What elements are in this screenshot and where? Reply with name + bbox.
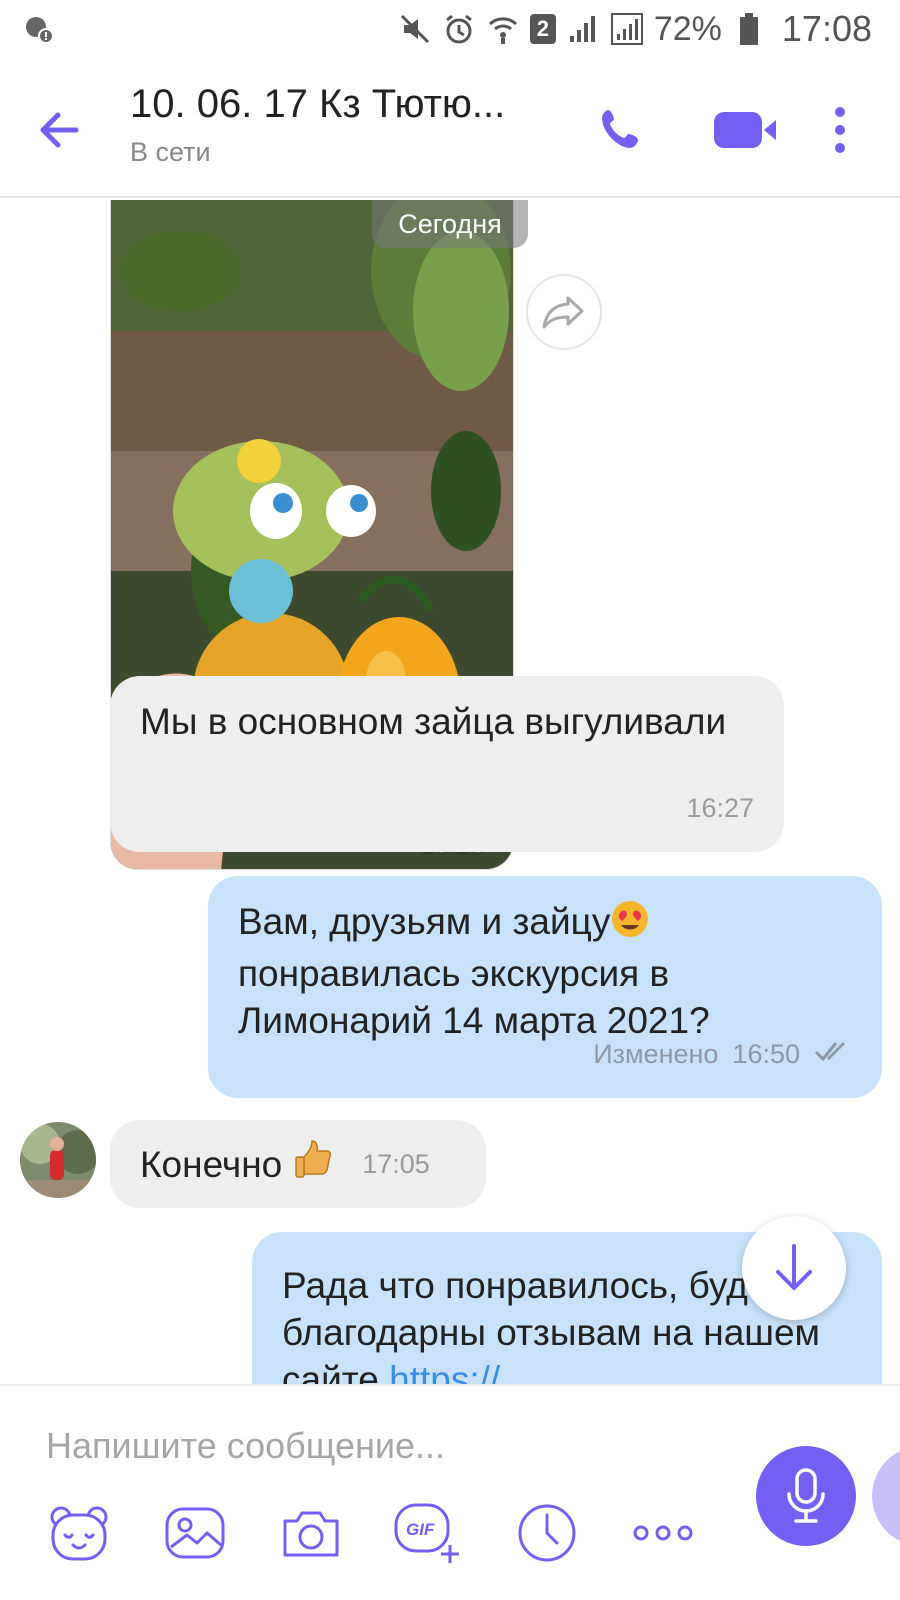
arrow-down-icon bbox=[776, 1244, 812, 1290]
message-text: Мы в основном зайца выгуливали bbox=[140, 701, 727, 742]
scroll-to-bottom-button[interactable] bbox=[742, 1216, 846, 1320]
battery-percent: 72% bbox=[653, 9, 722, 48]
edited-label: Изменено bbox=[593, 1039, 719, 1069]
viber-chat-screen: 2 72% 17:08 10. 06. 17 Кз Тютю... В сети bbox=[0, 0, 900, 1600]
forward-button[interactable] bbox=[526, 274, 602, 350]
alarm-icon bbox=[442, 12, 476, 46]
message-text-part: Конечно bbox=[140, 1143, 283, 1185]
message-text: Вам, друзьям и зайцу понравилась экскурс… bbox=[238, 898, 852, 1044]
gif-icon: GIF bbox=[394, 1503, 459, 1563]
message-meta: 16:27 bbox=[686, 785, 754, 832]
microphone-icon bbox=[787, 1468, 825, 1523]
notification-icon bbox=[22, 12, 56, 46]
message-incoming[interactable]: Конечно 17:05 bbox=[110, 1120, 486, 1208]
share-arrow-icon bbox=[542, 296, 584, 329]
timer-button[interactable] bbox=[512, 1498, 582, 1568]
message-time: 16:50 bbox=[732, 1039, 800, 1069]
video-camera-icon bbox=[714, 112, 776, 148]
svg-text:GIF: GIF bbox=[406, 1520, 435, 1539]
message-time: 16:27 bbox=[686, 793, 754, 823]
message-list[interactable]: 16:26 Сегодня Мы в основном зайца выгули… bbox=[0, 200, 900, 1384]
date-divider: Сегодня bbox=[372, 200, 528, 248]
phone-icon bbox=[602, 110, 638, 148]
wifi-icon bbox=[486, 12, 520, 46]
heart-eyes-emoji-icon bbox=[610, 899, 650, 950]
message-composer: GIF bbox=[0, 1384, 900, 1600]
message-incoming[interactable]: Мы в основном зайца выгуливали 16:27 bbox=[110, 676, 784, 852]
gallery-button[interactable] bbox=[160, 1498, 230, 1568]
sticker-button[interactable] bbox=[44, 1498, 114, 1568]
signal-2-icon bbox=[610, 12, 644, 46]
message-input[interactable] bbox=[46, 1416, 706, 1476]
camera-icon bbox=[283, 1511, 339, 1557]
gallery-icon bbox=[165, 1507, 225, 1559]
signal-icon bbox=[566, 12, 600, 46]
message-meta: Изменено 16:50 bbox=[593, 1031, 852, 1078]
status-bar: 2 72% 17:08 bbox=[0, 0, 900, 58]
more-tools-button[interactable] bbox=[628, 1498, 698, 1568]
status-time: 17:08 bbox=[781, 8, 872, 49]
video-call-button[interactable] bbox=[712, 106, 780, 154]
chat-info[interactable]: 10. 06. 17 Кз Тютю... В сети bbox=[130, 82, 560, 168]
secondary-action-button[interactable] bbox=[872, 1446, 900, 1546]
timer-icon bbox=[518, 1504, 576, 1562]
voice-message-button[interactable] bbox=[756, 1446, 856, 1546]
battery-icon bbox=[732, 12, 766, 46]
chat-header: 10. 06. 17 Кз Тютю... В сети bbox=[0, 58, 900, 198]
more-options-button[interactable] bbox=[828, 102, 852, 158]
camera-button[interactable] bbox=[276, 1498, 346, 1568]
message-text: Конечно bbox=[140, 1137, 332, 1192]
more-icon bbox=[633, 1525, 693, 1541]
double-check-icon bbox=[814, 1031, 852, 1078]
back-button[interactable] bbox=[32, 102, 88, 158]
message-outgoing[interactable]: Вам, друзьям и зайцу понравилась экскурс… bbox=[208, 876, 882, 1098]
message-time: 17:05 bbox=[362, 1148, 430, 1179]
mute-icon bbox=[398, 12, 432, 46]
sim-slot-badge: 2 bbox=[529, 14, 556, 44]
sticker-icon bbox=[50, 1506, 108, 1561]
voice-call-button[interactable] bbox=[598, 106, 646, 154]
online-status: В сети bbox=[130, 137, 211, 167]
gif-button[interactable]: GIF bbox=[392, 1498, 462, 1568]
kebab-menu-icon bbox=[835, 107, 845, 153]
message-text-part: Вам, друзьям и зайцу bbox=[238, 901, 611, 942]
message-text-part: понравилась экскурсия в Лимонарий 14 мар… bbox=[238, 952, 710, 1041]
message-link[interactable]: https:// bbox=[389, 1359, 500, 1384]
message-text: Рада что понравилось, будем благодарны о… bbox=[282, 1265, 820, 1384]
arrow-left-icon bbox=[40, 112, 79, 148]
thumbs-up-emoji-icon bbox=[292, 1137, 332, 1192]
contact-avatar[interactable] bbox=[20, 1122, 96, 1198]
chat-title: 10. 06. 17 Кз Тютю... bbox=[130, 82, 506, 126]
